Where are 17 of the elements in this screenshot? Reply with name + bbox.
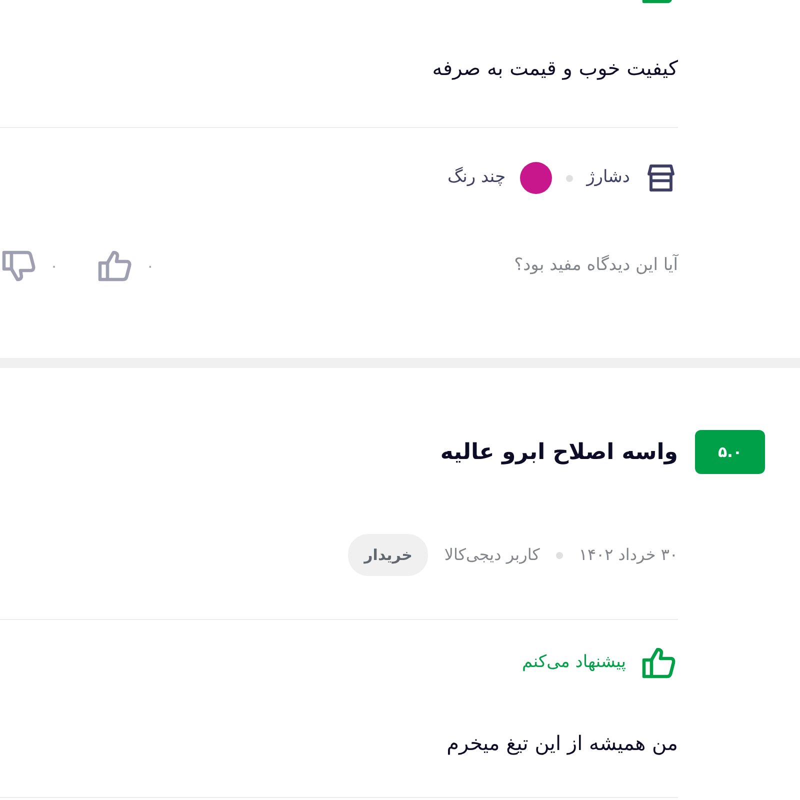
- review-comment: کیفیت خوب و قیمت به صرفه: [431, 55, 678, 82]
- review-title: واسه اصلاح ابرو عالیه: [440, 438, 678, 466]
- review-date: ۳۰ خرداد ۱۴۰۲: [578, 544, 678, 566]
- recommend-label: پیشنهاد می‌کنم: [522, 651, 626, 674]
- buyer-tag: خریدار: [348, 534, 428, 576]
- thumbs-up-icon: [640, 645, 678, 681]
- dislike-button[interactable]: ۰: [0, 248, 58, 284]
- author-name: کاربر دیجی‌کالا: [444, 544, 540, 566]
- separator-dot: [566, 174, 573, 182]
- helpful-question: آیا این دیدگاه مفید بود؟: [514, 253, 678, 278]
- like-button[interactable]: ۰: [96, 248, 154, 284]
- seller-name: دشارژ: [586, 166, 630, 190]
- color-name: چند رنگ: [447, 166, 506, 190]
- rating-badge: ۵.۰: [695, 430, 765, 474]
- review-comment: من همیشه از این تیغ میخرم: [446, 730, 678, 757]
- separator-dot: [556, 552, 563, 558]
- thumbs-down-icon: [0, 248, 38, 284]
